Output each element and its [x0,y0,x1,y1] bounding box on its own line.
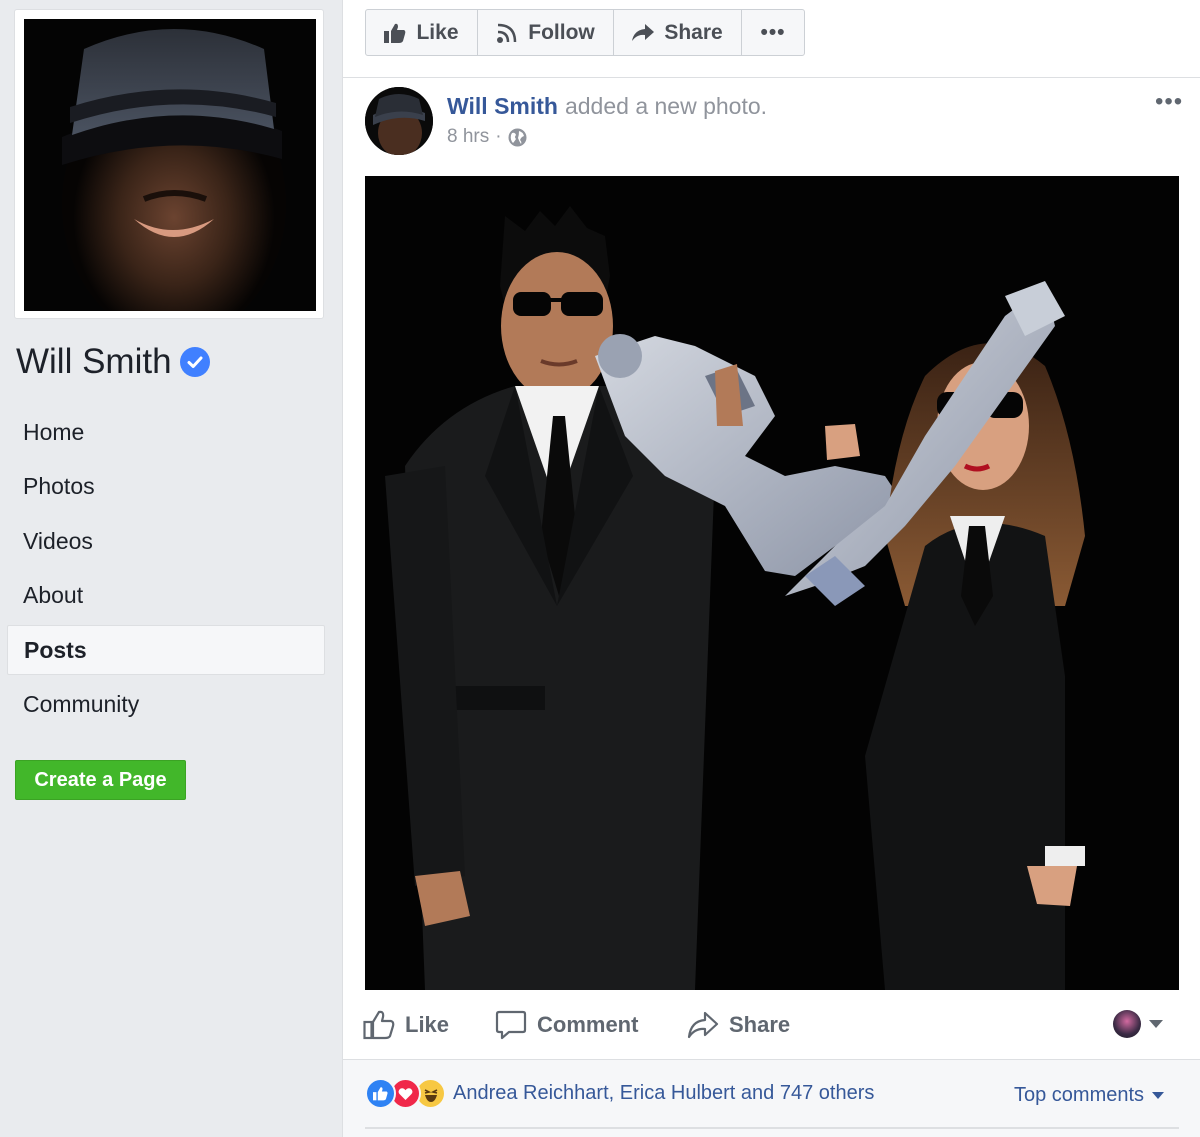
post-author-avatar[interactable] [365,87,433,155]
post-as-selector[interactable] [1113,1010,1163,1038]
sidebar-item-home[interactable]: Home [7,407,325,457]
post-share-label: Share [729,1012,791,1037]
page-more-button[interactable]: ••• [742,10,804,55]
follow-label: Follow [528,20,595,44]
sidebar-item-about[interactable]: About [7,571,325,621]
comment-button[interactable]: Comment [495,1002,638,1048]
thumbs-up-icon [384,23,406,43]
top-comments-label: Top comments [1014,1083,1145,1106]
comments-divider [365,1127,1179,1129]
viewer-avatar [1113,1010,1141,1038]
share-arrow-icon [632,23,655,41]
rss-follow-icon [497,23,517,43]
page-title[interactable]: Will Smith [16,340,210,384]
post-header: Will Smith added a new photo. 8 hrs · [447,90,767,148]
sidebar-item-community[interactable]: Community [7,680,325,730]
reaction-icons[interactable] [365,1078,446,1109]
post-share-button[interactable]: Share [687,1002,790,1048]
profile-photo-image [24,19,316,311]
follow-button[interactable]: Follow [478,10,614,55]
profile-photo[interactable] [24,19,316,311]
caret-down-icon [1152,1091,1165,1099]
post-author-line: Will Smith added a new photo. [447,90,767,122]
reaction-summary-link[interactable]: Andrea Reichhart, Erica Hulbert and 747 … [453,1078,874,1108]
page-share-label: Share [664,20,723,44]
post-meta: 8 hrs · [447,126,767,148]
comment-label: Comment [537,1012,639,1037]
caret-down-icon [1149,1020,1163,1028]
profile-picture-card[interactable] [14,9,324,319]
globe-icon[interactable] [508,128,527,147]
sidebar-item-posts[interactable]: Posts [7,625,325,676]
page-like-label: Like [416,20,459,44]
page-sidebar-nav: Home Photos Videos About Posts Community [7,407,325,735]
post-options-button[interactable]: ••• [1155,88,1183,116]
thumbs-up-outline-icon [363,1010,395,1040]
reactions-bar: Andrea Reichhart, Erica Hulbert and 747 … [343,1060,1200,1137]
post-action-buttons: Like Comment Share [363,1002,1181,1048]
sidebar-item-videos[interactable]: Videos [7,516,325,566]
verified-badge-icon [179,347,210,377]
post-like-label: Like [405,1012,450,1037]
like-reaction-icon [365,1078,396,1109]
post-timestamp[interactable]: 8 hrs [447,126,489,148]
sidebar-item-photos[interactable]: Photos [7,462,325,512]
post-photo-image [365,176,1179,990]
post-author-name[interactable]: Will Smith [447,93,558,120]
page-action-bar: Like Follow Share ••• [343,0,1200,78]
page-action-buttons: Like Follow Share ••• [365,9,805,56]
page-name-text: Will Smith [16,342,172,381]
top-comments-filter[interactable]: Top comments [1014,1080,1165,1110]
page-like-button[interactable]: Like [366,10,478,55]
post-like-button[interactable]: Like [363,1002,449,1048]
meta-separator: · [495,126,502,147]
page-share-button[interactable]: Share [614,10,742,55]
post-photo[interactable] [365,176,1179,990]
create-page-button[interactable]: Create a Page [15,760,186,800]
post-action-text: added a new photo. [564,92,768,119]
main-content: Like Follow Share ••• Will Smith added a… [342,0,1200,1137]
share-outline-icon [687,1011,719,1039]
comment-bubble-icon [495,1010,527,1040]
author-avatar-image [365,87,433,155]
